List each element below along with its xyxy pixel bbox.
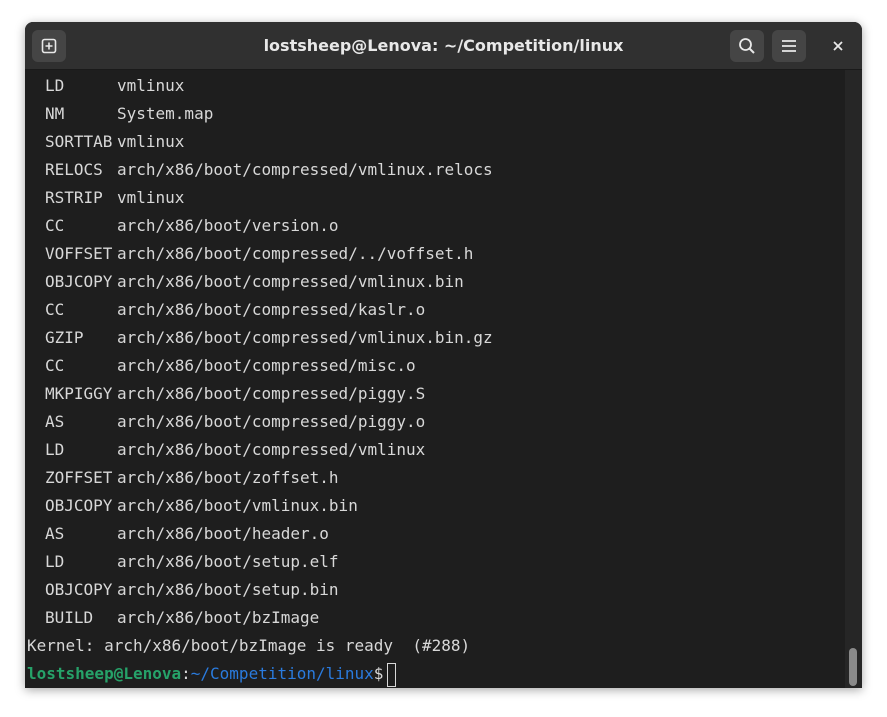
- new-tab-button[interactable]: [32, 30, 66, 62]
- hamburger-menu-icon: [782, 40, 796, 52]
- new-tab-icon: [41, 38, 57, 54]
- vertical-scrollbar[interactable]: [845, 70, 862, 688]
- terminal-window: lostsheep@Lenova: ~/Competition/linux LD…: [25, 22, 862, 688]
- close-icon: [833, 41, 843, 51]
- prompt-user-host: lostsheep@Lenova: [27, 664, 182, 683]
- title-bar: lostsheep@Lenova: ~/Competition/linux: [25, 22, 862, 70]
- search-icon: [739, 38, 755, 54]
- prompt-colon: :: [181, 664, 191, 683]
- menu-button[interactable]: [772, 30, 806, 62]
- search-button[interactable]: [730, 30, 764, 62]
- prompt-dollar: $: [373, 664, 384, 683]
- scrollbar-thumb[interactable]: [849, 648, 857, 686]
- terminal-output[interactable]: LD vmlinux NM System.map SORTTAB vmlinux RE…: [25, 70, 845, 688]
- close-button[interactable]: [821, 30, 855, 62]
- text-cursor: [387, 662, 397, 687]
- kernel-ready-line: Kernel: arch/x86/boot/bzImage is ready (…: [27, 636, 471, 655]
- prompt-directory: ~/Competition/linux: [190, 664, 374, 683]
- shell-prompt[interactable]: lostsheep@Lenova:~/Competition/linux$: [27, 660, 397, 688]
